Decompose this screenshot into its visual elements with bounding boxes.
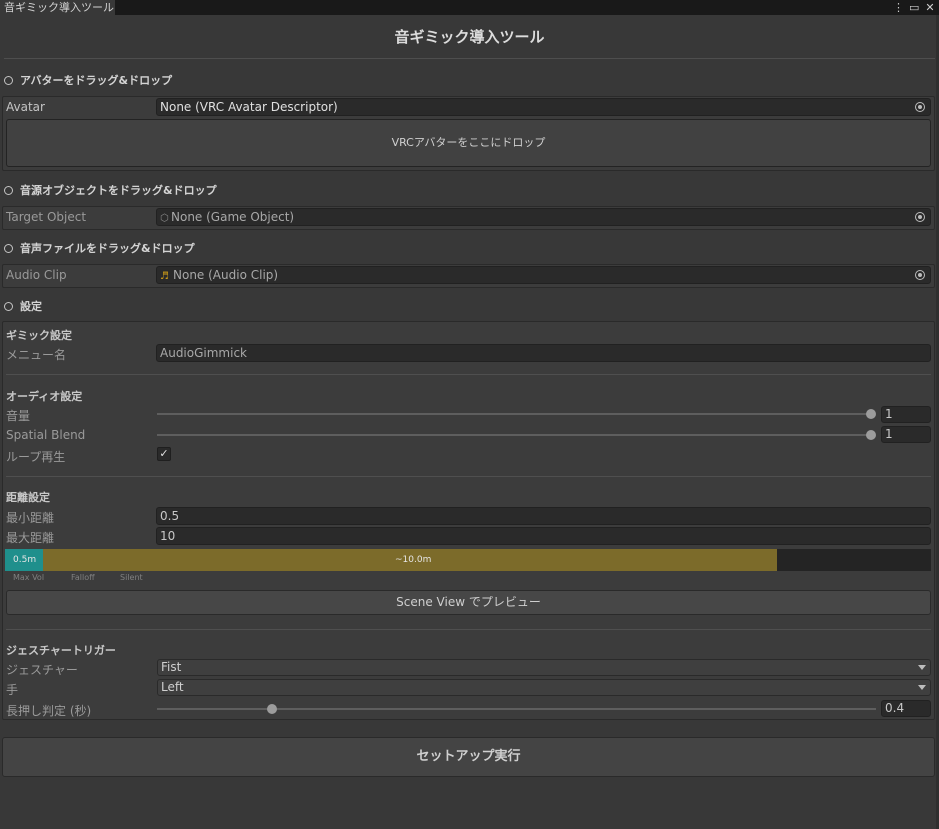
section-divider bbox=[6, 629, 931, 630]
audio-clip-label: Audio Clip bbox=[6, 268, 67, 282]
target-field-value: None (Game Object) bbox=[171, 210, 295, 224]
hand-label: 手 bbox=[6, 683, 19, 697]
loop-checkbox[interactable]: ✓ bbox=[157, 447, 171, 461]
target-object-field[interactable]: ⬡ None (Game Object) bbox=[156, 208, 931, 226]
section-title: アバターをドラッグ&ドロップ bbox=[20, 74, 173, 87]
hold-duration-slider-track[interactable] bbox=[157, 708, 876, 710]
hand-dropdown[interactable]: Left bbox=[157, 679, 931, 696]
spatial-blend-label: Spatial Blend bbox=[6, 428, 86, 442]
volume-slider-track[interactable] bbox=[157, 413, 871, 415]
foldout-circle-icon bbox=[4, 301, 13, 311]
gimmick-settings-heading: ギミック設定 bbox=[6, 329, 72, 342]
dropdown-arrow-icon bbox=[918, 685, 926, 690]
game-object-icon: ⬡ bbox=[160, 213, 169, 224]
audio-clip-icon: ♬ bbox=[160, 271, 169, 282]
hold-duration-slider-knob[interactable] bbox=[267, 704, 278, 714]
max-distance-bar-label: ~10.0m bbox=[395, 555, 432, 565]
audio-clip-field[interactable]: ♬ None (Audio Clip) bbox=[156, 266, 931, 284]
menu-name-label: メニュー名 bbox=[6, 348, 67, 362]
distance-range-bar: 0.5m ~10.0m bbox=[5, 549, 931, 571]
section-divider bbox=[6, 374, 931, 375]
avatar-section-header[interactable]: アバターをドラッグ&ドロップ bbox=[4, 72, 172, 88]
loop-label: ループ再生 bbox=[6, 450, 66, 464]
foldout-circle-icon bbox=[4, 75, 13, 85]
more-options-icon[interactable]: ⋮ bbox=[893, 0, 904, 15]
gesture-dropdown-value: Fist bbox=[161, 660, 182, 674]
avatar-drop-area[interactable]: VRCアバターをここにドロップ bbox=[6, 119, 931, 167]
close-icon[interactable]: ✕ bbox=[925, 0, 935, 15]
gesture-dropdown[interactable]: Fist bbox=[157, 659, 931, 676]
spatial-blend-slider-track[interactable] bbox=[157, 434, 871, 436]
spatial-blend-slider-knob[interactable] bbox=[866, 430, 876, 440]
window-tab-bar: 音ギミック導入ツール ⋮ ▭ ✕ bbox=[0, 0, 939, 15]
section-title: 設定 bbox=[20, 300, 42, 313]
window-controls: ⋮ ▭ ✕ bbox=[893, 0, 935, 15]
max-distance-input[interactable]: 10 bbox=[156, 527, 931, 545]
page-title: 音ギミック導入ツール bbox=[394, 28, 545, 46]
object-picker-icon[interactable] bbox=[915, 212, 925, 222]
hand-dropdown-value: Left bbox=[161, 680, 184, 694]
section-title: 音声ファイルをドラッグ&ドロップ bbox=[20, 242, 195, 255]
legend-max-vol: Max Vol bbox=[13, 573, 45, 582]
scene-view-preview-button[interactable]: Scene View でプレビュー bbox=[6, 590, 931, 615]
source-section-header[interactable]: 音源オブジェクトをドラッグ&ドロップ bbox=[4, 182, 217, 198]
object-picker-icon[interactable] bbox=[915, 102, 925, 112]
foldout-circle-icon bbox=[4, 243, 13, 253]
object-picker-icon[interactable] bbox=[915, 270, 925, 280]
settings-section-header[interactable]: 設定 bbox=[4, 298, 42, 314]
spatial-blend-value-field[interactable]: 1 bbox=[881, 426, 931, 443]
gesture-trigger-heading: ジェスチャートリガー bbox=[6, 644, 116, 657]
avatar-field[interactable]: None (VRC Avatar Descriptor) bbox=[156, 98, 931, 116]
section-title: 音源オブジェクトをドラッグ&ドロップ bbox=[20, 184, 217, 197]
section-divider bbox=[6, 476, 931, 477]
distance-settings-heading: 距離設定 bbox=[6, 491, 50, 504]
audio-field-value: None (Audio Clip) bbox=[173, 268, 279, 282]
max-distance-label: 最大距離 bbox=[6, 531, 55, 545]
legend-silent: Silent bbox=[120, 573, 143, 582]
hold-duration-value-field[interactable]: 0.4 bbox=[881, 700, 931, 717]
title-divider bbox=[4, 58, 935, 59]
dropdown-arrow-icon bbox=[918, 665, 926, 670]
audio-settings-heading: オーディオ設定 bbox=[6, 390, 83, 403]
foldout-circle-icon bbox=[4, 185, 13, 195]
volume-label: 音量 bbox=[6, 409, 31, 423]
avatar-field-value: None (VRC Avatar Descriptor) bbox=[160, 100, 338, 114]
min-distance-input[interactable]: 0.5 bbox=[156, 507, 931, 525]
volume-value-field[interactable]: 1 bbox=[881, 406, 931, 423]
legend-falloff: Falloff bbox=[71, 573, 95, 582]
min-distance-label: 最小距離 bbox=[6, 511, 55, 525]
window-tab[interactable]: 音ギミック導入ツール bbox=[0, 0, 115, 15]
avatar-label: Avatar bbox=[6, 100, 45, 114]
gesture-label: ジェスチャー bbox=[6, 663, 78, 677]
menu-name-input[interactable]: AudioGimmick bbox=[156, 344, 931, 362]
maximize-icon[interactable]: ▭ bbox=[909, 0, 919, 15]
min-distance-bar-label: 0.5m bbox=[13, 555, 37, 565]
setup-execute-button[interactable]: セットアップ実行 bbox=[2, 737, 935, 777]
audio-section-header[interactable]: 音声ファイルをドラッグ&ドロップ bbox=[4, 240, 195, 256]
volume-slider-knob[interactable] bbox=[866, 409, 876, 419]
hold-duration-label: 長押し判定 (秒) bbox=[6, 704, 92, 718]
target-label: Target Object bbox=[6, 210, 87, 224]
